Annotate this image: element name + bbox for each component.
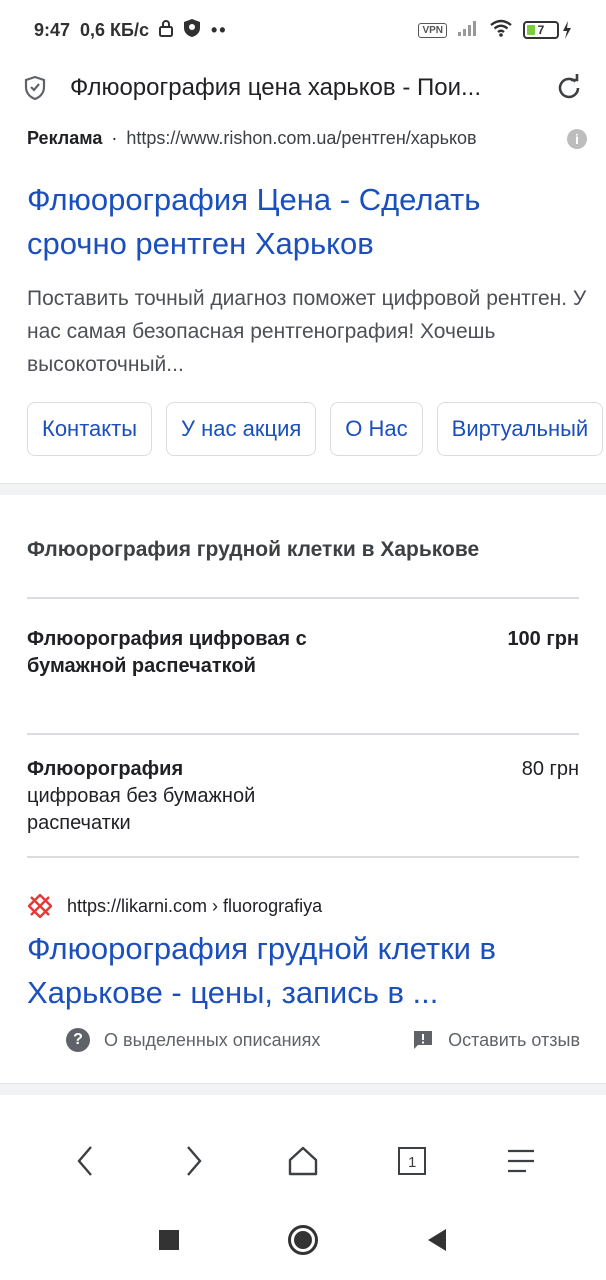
row-divider — [27, 733, 579, 735]
about-snippets-label: О выделенных описаниях — [104, 1029, 321, 1050]
recents-icon[interactable] — [152, 1223, 186, 1257]
ad-label: Реклама — [27, 128, 103, 148]
ad-separator: · — [111, 128, 118, 148]
sitelink-virtual[interactable]: Виртуальный — [436, 402, 604, 456]
signal-icon — [457, 20, 479, 41]
ad-description: Поставить точный диагноз поможет цифрово… — [27, 287, 587, 376]
row-divider — [27, 597, 579, 599]
price-item-value: 100 грн — [507, 628, 579, 650]
battery-icon: 7 — [523, 21, 572, 39]
home-icon[interactable] — [278, 1136, 328, 1186]
likarni-favicon-icon — [27, 893, 53, 919]
result-url-text[interactable]: https://likarni.com › fluorografiya — [67, 896, 322, 917]
result-url[interactable]: https://likarni.com › fluorografiya — [27, 893, 322, 919]
status-bar: 9:47 0,6 КБ/с •• VPN 7 — [0, 0, 606, 60]
feedback-icon — [412, 1029, 434, 1051]
forward-icon[interactable] — [169, 1136, 219, 1186]
back-icon[interactable] — [60, 1136, 110, 1186]
status-speed: 0,6 КБ/с — [80, 19, 149, 40]
sitelink-about[interactable]: О Нас — [330, 402, 423, 456]
ad-title-link[interactable]: Флюорография Цена - Сделать срочно рентг… — [27, 178, 587, 266]
price-row: Флюорография цифровая с бумажной распеча… — [27, 626, 579, 680]
price-item-name-rest: цифровая без бумажной распечатки — [27, 785, 256, 834]
url-bar[interactable]: Флюорография цена харьков - Пои... — [0, 60, 606, 116]
sitelink-chips: Контакты У нас акция О Нас Виртуальный — [27, 402, 606, 456]
help-icon: ? — [66, 1028, 90, 1052]
ad-header: Реклама · https://www.rishon.com.ua/рент… — [27, 128, 587, 149]
section-divider — [0, 1083, 606, 1095]
tab-count: 1 — [407, 1153, 417, 1171]
price-row: Флюорография цифровая без бумажной распе… — [27, 756, 579, 837]
shield-status-icon — [183, 18, 201, 43]
system-back-icon[interactable] — [420, 1223, 454, 1257]
vpn-badge: VPN — [418, 22, 447, 38]
sitelink-promo[interactable]: У нас акция — [166, 402, 317, 456]
price-item-name: Флюорография цифровая без бумажной распе… — [27, 756, 327, 837]
info-icon[interactable]: i — [567, 128, 587, 149]
leave-feedback-link[interactable]: Оставить отзыв — [412, 1028, 580, 1052]
browser-toolbar: 1 — [0, 1128, 606, 1194]
price-item-name-bold: Флюорография — [27, 758, 184, 780]
wifi-icon — [489, 19, 513, 42]
price-item-value: 80 грн — [521, 758, 579, 780]
price-item-name: Флюорография цифровая с бумажной распеча… — [27, 628, 307, 677]
shield-icon[interactable] — [22, 75, 48, 101]
section-divider — [0, 483, 606, 495]
price-card-title: Флюорография грудной клетки в Харькове — [27, 538, 480, 561]
reload-icon[interactable] — [554, 73, 584, 103]
more-dots-icon: •• — [211, 19, 228, 40]
result-title-link[interactable]: Флюорография грудной клетки в Харькове -… — [27, 927, 587, 1015]
url-bar-title[interactable]: Флюорография цена харьков - Пои... — [70, 74, 540, 102]
ad-url[interactable]: https://www.rishon.com.ua/рентген/харько… — [126, 128, 476, 149]
feedback-bar: ? О выделенных описаниях Оставить отзыв — [66, 1028, 580, 1052]
row-divider — [27, 856, 579, 858]
about-snippets-link[interactable]: ? О выделенных описаниях — [66, 1028, 320, 1052]
sitelink-contacts[interactable]: Контакты — [27, 402, 153, 456]
tabs-button[interactable]: 1 — [387, 1136, 437, 1186]
menu-icon[interactable] — [496, 1136, 546, 1186]
leave-feedback-label: Оставить отзыв — [448, 1029, 580, 1050]
lock-icon — [159, 19, 173, 42]
system-home-icon[interactable] — [286, 1223, 320, 1257]
status-time: 9:47 — [34, 19, 71, 40]
battery-level: 7 — [537, 23, 545, 37]
system-nav-bar — [0, 1208, 606, 1272]
charging-icon — [563, 21, 571, 39]
